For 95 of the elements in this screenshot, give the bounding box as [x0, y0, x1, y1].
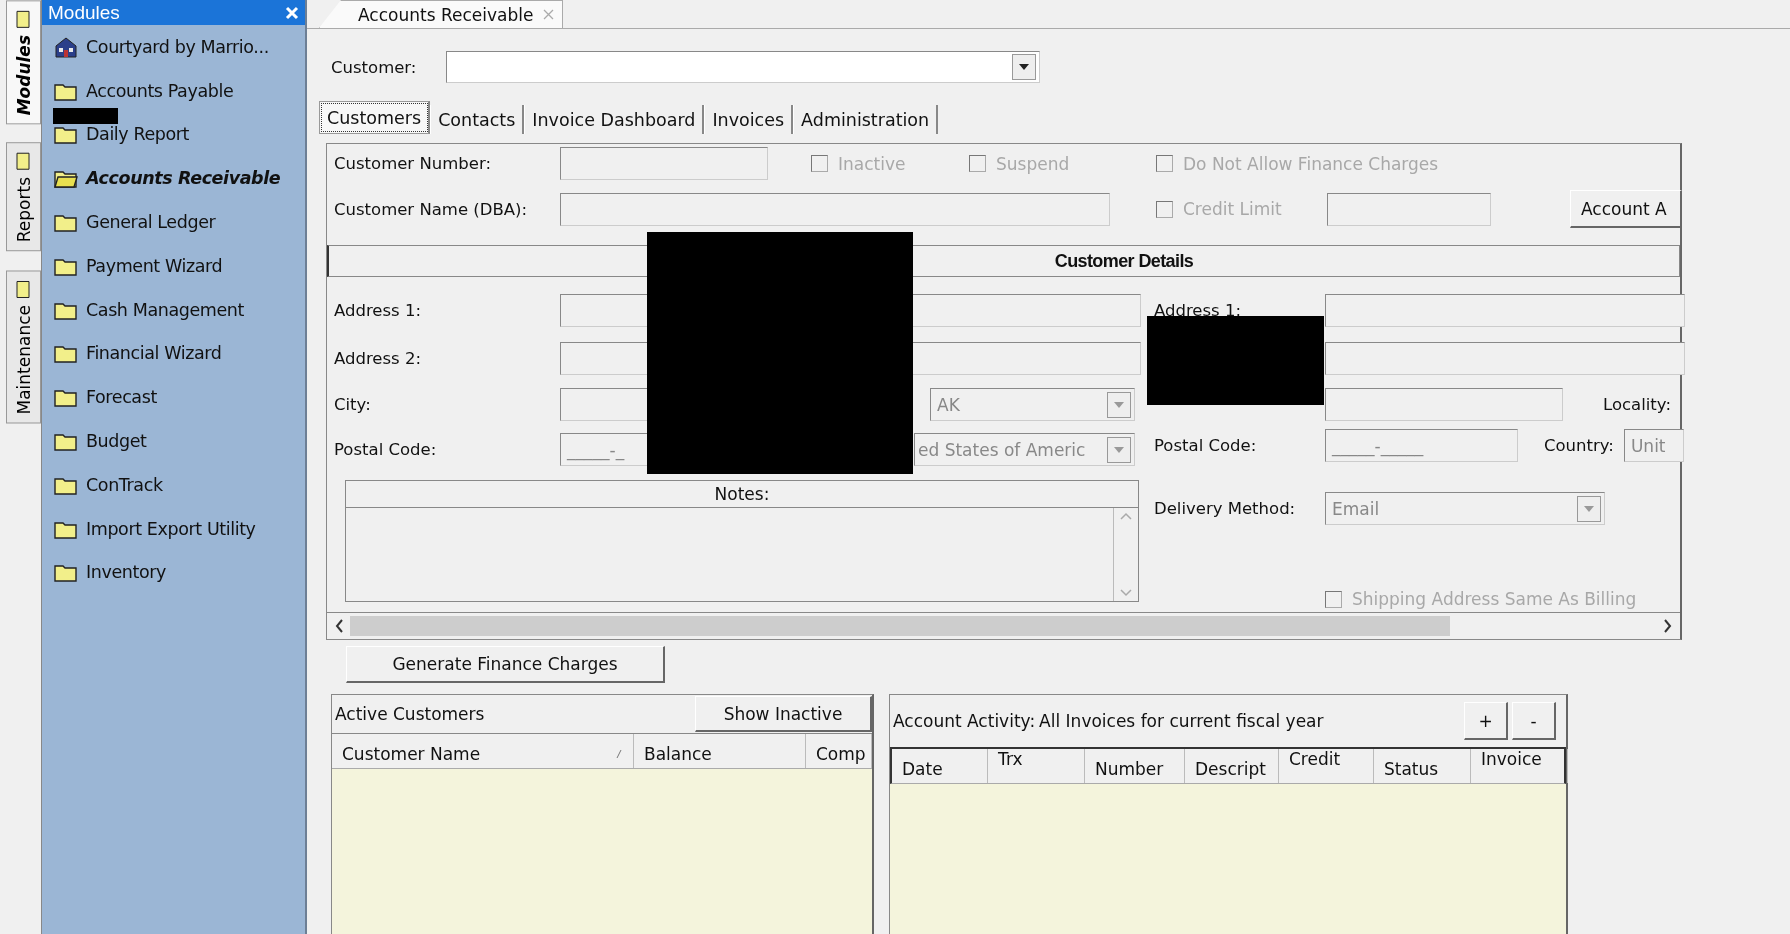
scroll-down-icon[interactable]: [1120, 589, 1132, 597]
sort-icon[interactable]: [615, 749, 623, 759]
tab[interactable]: Contacts: [430, 105, 525, 134]
folder-icon: [54, 387, 78, 408]
grid-title: Active Customers: [335, 704, 486, 724]
field-label: Customer:: [331, 57, 418, 77]
notes-box[interactable]: Notes:: [345, 480, 1139, 602]
folder-icon: [54, 212, 78, 233]
close-icon[interactable]: [543, 9, 555, 20]
caret-icon: [1113, 445, 1125, 454]
tab[interactable]: Invoice Dashboard: [524, 105, 705, 134]
text-field[interactable]: [560, 147, 768, 180]
field-label: Country:: [1544, 436, 1614, 455]
checkbox-label: Do Not Allow Finance Charges: [1183, 153, 1439, 174]
field-value: Email: [1332, 498, 1380, 519]
folder-icon: [54, 562, 78, 583]
remove-button[interactable]: -: [1512, 702, 1556, 740]
checkbox-label: Suspend: [996, 153, 1070, 174]
filter-text: All Invoices for current fiscal year: [1039, 711, 1325, 731]
module-item[interactable]: Cash Management: [42, 287, 305, 332]
checkbox-label: Inactive: [838, 153, 906, 174]
panel-title: Modules: [48, 1, 120, 24]
module-item[interactable]: Accounts Receivable: [42, 156, 305, 201]
scroll-left-icon[interactable]: [335, 619, 344, 633]
add-button[interactable]: +: [1464, 702, 1508, 740]
text-field[interactable]: [1325, 388, 1563, 421]
checkbox-label: Credit Limit: [1183, 199, 1282, 219]
module-item[interactable]: Import Export Utility: [42, 506, 305, 551]
dropdown-button[interactable]: [1012, 54, 1036, 80]
field-label: Address 2:: [334, 349, 422, 368]
tab[interactable]: Customers: [319, 101, 431, 134]
book-icon: [15, 9, 32, 29]
field-value: AK: [937, 394, 960, 415]
folder-icon: [54, 431, 78, 452]
column-header[interactable]: Credit: [1279, 749, 1374, 783]
column-header[interactable]: Comp: [806, 734, 872, 768]
notes-label: Notes:: [714, 484, 770, 504]
column-header[interactable]: Trx: [988, 749, 1085, 783]
field-label: Address 1:: [334, 301, 422, 320]
column-header[interactable]: Invoice: [1471, 749, 1568, 783]
column-header[interactable]: Number: [1085, 749, 1185, 783]
scroll-right-icon[interactable]: [1663, 619, 1672, 633]
field-label: Customer Number:: [334, 154, 492, 173]
module-item[interactable]: Financial Wizard: [42, 331, 305, 376]
field-value: ed States of Americ: [918, 439, 1086, 460]
tab[interactable]: Invoices: [704, 105, 794, 134]
field-label: Postal Code:: [1154, 436, 1258, 455]
caret-icon: [1018, 63, 1030, 71]
column-header[interactable]: Balance: [634, 734, 806, 768]
module-item[interactable]: Daily Report: [42, 112, 305, 157]
book-icon: [15, 151, 32, 172]
field-label: City:: [334, 395, 372, 414]
text-field[interactable]: [1325, 342, 1685, 375]
house-icon: [54, 35, 78, 58]
column-header[interactable]: Descript: [1185, 749, 1279, 783]
column-header[interactable]: Customer Name: [332, 734, 634, 768]
text-field[interactable]: [1325, 294, 1685, 327]
side-tab[interactable]: Modules: [6, 0, 41, 125]
grid-title: Account Activity:: [893, 711, 1036, 731]
caret-icon: [1113, 400, 1125, 409]
field-value: Unit: [1630, 435, 1666, 456]
module-item[interactable]: ConTrack: [42, 462, 305, 507]
field-label: Postal Code:: [334, 440, 438, 459]
horizontal-scrollbar[interactable]: [327, 612, 1680, 639]
module-item[interactable]: Forecast: [42, 375, 305, 420]
module-item[interactable]: Inventory: [42, 550, 305, 595]
generate-finance-charges-button[interactable]: Generate Finance Charges: [346, 646, 665, 683]
tab[interactable]: Administration: [793, 105, 939, 134]
side-tab[interactable]: Maintenance: [6, 269, 41, 424]
module-item[interactable]: Payment Wizard: [42, 244, 305, 288]
field-value: _____-_: [567, 439, 625, 460]
module-item[interactable]: General Ledger: [42, 200, 305, 244]
field-label: Delivery Method:: [1154, 499, 1297, 518]
field-label: Locality:: [1603, 395, 1671, 414]
module-item[interactable]: Accounts Payable: [42, 68, 305, 113]
scroll-up-icon[interactable]: [1120, 512, 1132, 520]
section-title: Customer Details: [1054, 250, 1194, 272]
field-label: Address 1:: [1154, 301, 1242, 320]
text-field[interactable]: [1327, 192, 1491, 226]
field-value: _____-_____: [1332, 435, 1424, 456]
text-field[interactable]: [560, 192, 1110, 226]
column-header[interactable]: Date: [892, 749, 988, 783]
side-tab[interactable]: Reports: [6, 142, 41, 252]
redaction-overlay: [53, 108, 118, 124]
module-item[interactable]: Budget: [42, 419, 305, 463]
folder-icon: [54, 343, 78, 364]
document-tab[interactable]: Accounts Receivable: [319, 0, 564, 28]
open-folder-icon: [54, 168, 78, 189]
book-icon: [15, 278, 32, 299]
module-item[interactable]: Courtyard by Marrio...: [42, 25, 305, 69]
account-button[interactable]: Account A: [1570, 190, 1682, 228]
field-label: Customer Name (DBA):: [334, 199, 529, 219]
column-header[interactable]: Status: [1374, 749, 1471, 783]
checkbox-label: Shipping Address Same As Billing: [1352, 589, 1637, 609]
caret-icon: [1583, 504, 1595, 513]
